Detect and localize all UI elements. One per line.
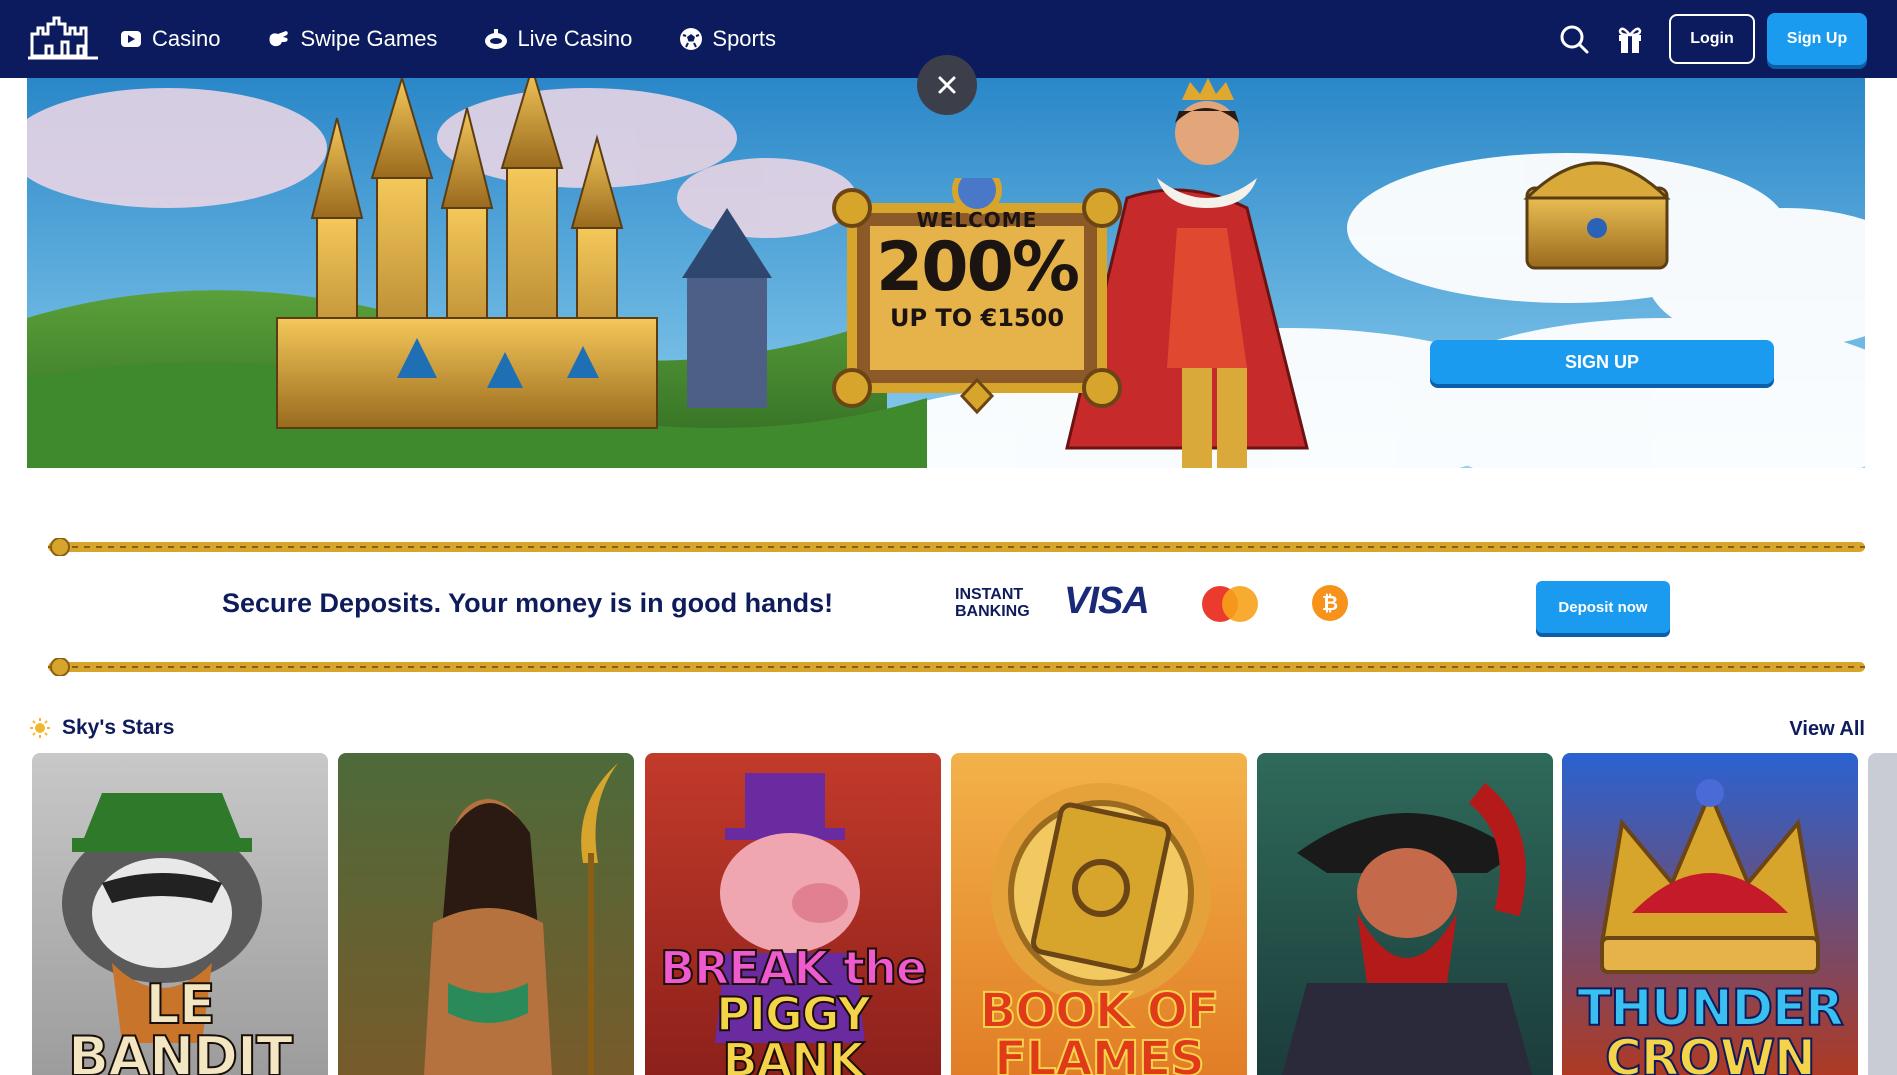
game-title: THUNDER CROWN (1562, 979, 1858, 1075)
close-icon (938, 76, 956, 94)
visa-logo: VISA (1064, 580, 1150, 622)
game-art (424, 763, 618, 1075)
game-tile-book-of-flames[interactable]: BOOK OF FLAMES (951, 753, 1247, 1075)
section-title: Sky's Stars (62, 716, 175, 739)
secure-deposits-message: Secure Deposits. Your money is in good h… (222, 588, 834, 618)
bitcoin-logo: ₿ (1312, 585, 1348, 621)
close-banner-button[interactable] (917, 55, 977, 115)
game-title-line2: FLAMES (993, 1031, 1206, 1075)
sun-icon (30, 718, 50, 738)
welcome-offer-text: WELCOME 200% UP TO €1500 (852, 208, 1102, 332)
game-title-line1: LE BANDIT (67, 973, 294, 1075)
deposit-now-button[interactable]: Deposit now (1536, 581, 1670, 633)
nav-casino[interactable]: Casino (118, 26, 220, 52)
search-icon[interactable] (1557, 22, 1591, 56)
bonus-amount: UP TO €1500 (889, 304, 1065, 332)
game-tile-thunder-crown[interactable]: THUNDER CROWN (1562, 753, 1858, 1075)
nav-swipe-games[interactable]: Swipe Games (266, 26, 437, 52)
soccer-ball-icon (678, 26, 704, 52)
mastercard-logo (1202, 586, 1258, 622)
live-casino-icon (483, 26, 509, 52)
gift-icon[interactable] (1613, 22, 1647, 56)
game-tile-barbarossa[interactable] (1257, 753, 1553, 1075)
nav-casino-label: Casino (152, 26, 221, 51)
game-tile-le-bandit[interactable]: LE BANDIT (32, 753, 328, 1075)
game-art (1281, 782, 1533, 1075)
signup-button[interactable]: Sign Up (1767, 13, 1867, 65)
header-actions: Login Sign Up (1557, 12, 1867, 66)
game-tile-break-the-piggy-bank[interactable]: BREAK the PIGGY BANK (645, 753, 941, 1075)
view-all-link[interactable]: View All (1789, 718, 1865, 741)
nav-sports[interactable]: Sports (678, 26, 776, 52)
bonus-percent: 200% (875, 228, 1080, 307)
swipe-hand-icon (266, 26, 292, 52)
casino-play-icon (118, 26, 144, 52)
game-carousel: LE BANDIT BREAK the PIGGY BANK BOOK OF F… (32, 753, 1897, 1075)
game-title-line2: CROWN (1604, 1029, 1817, 1075)
game-tile-next-partial[interactable] (1868, 753, 1897, 1075)
instant-banking-logo: INSTANT BANKING (955, 586, 1030, 620)
game-title: BOOK OF FLAMES (951, 983, 1247, 1075)
skys-stars-header: Sky's Stars (30, 716, 174, 740)
login-button[interactable]: Login (1669, 14, 1755, 64)
game-tile-queen-of-dragons[interactable] (338, 753, 634, 1075)
game-title: BREAK the PIGGY BANK (645, 941, 941, 1075)
game-title-line1: THUNDER (1576, 979, 1845, 1037)
castle-logo[interactable] (26, 12, 100, 62)
rope-divider-bottom (48, 658, 1865, 676)
main-nav: Casino Swipe Games Live Casino Sports (118, 0, 822, 78)
game-title-line2: PIGGY BANK (715, 987, 872, 1075)
nav-live-casino[interactable]: Live Casino (483, 26, 632, 52)
game-title-line1: BOOK OF (979, 983, 1221, 1039)
nav-swipe-games-label: Swipe Games (300, 26, 438, 51)
nav-sports-label: Sports (712, 26, 776, 51)
svg-text:₿: ₿ (1322, 591, 1338, 615)
banner-signup-button[interactable]: SIGN UP (1430, 340, 1774, 384)
game-title: LE BANDIT (32, 973, 328, 1075)
nav-live-casino-label: Live Casino (517, 26, 633, 51)
instant-banking-line2: BANKING (955, 603, 1030, 620)
game-title-line1: BREAK the (659, 941, 928, 995)
welcome-bonus-banner[interactable]: WELCOME 200% UP TO €1500 SIGN UP (27, 78, 1865, 468)
rope-divider-top (48, 538, 1865, 556)
instant-banking-line1: INSTANT (955, 586, 1024, 603)
